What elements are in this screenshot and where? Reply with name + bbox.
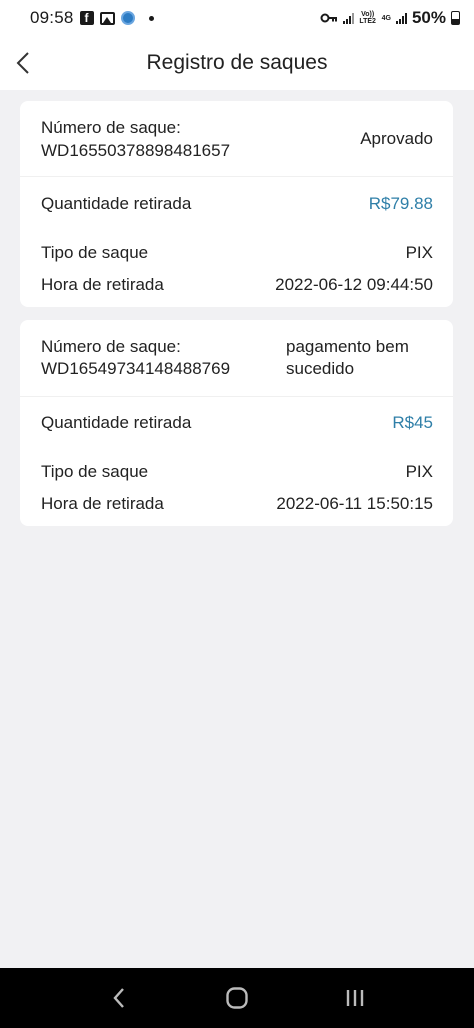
status-time: 09:58 [30,8,74,27]
system-nav-bar [0,968,474,1028]
amount-label: Quantidade retirada [41,194,192,213]
gallery-icon [99,11,115,25]
withdrawal-number: WD16550378898481657 [41,141,231,160]
browser-icon [120,11,135,25]
withdrawal-status: Aprovado [360,129,433,148]
type-value: PIX [405,243,433,262]
page-title: Registro de saques [146,51,328,74]
status-right: Vo)) LTE2 4G 50% [320,8,460,28]
nav-home-button[interactable] [217,978,257,1018]
withdrawal-number-label: Número de saque: [41,337,181,356]
home-circle-icon [226,987,248,1009]
back-button[interactable] [8,46,38,80]
status-bar: 09:58 f Vo)) LTE2 4G 50% [0,0,474,36]
network-label: 4G [381,14,391,22]
time-row: Hora de retirada 2022-06-11 15:50:15 [41,493,433,515]
recents-bars-icon [346,990,364,1006]
withdrawal-status-line1: pagamento bem [286,337,409,356]
signal-1-icon [342,12,354,24]
facebook-icon: f [79,11,94,25]
nav-back-button[interactable] [99,978,139,1018]
amount-label: Quantidade retirada [41,413,192,432]
nav-recents-button[interactable] [335,978,375,1018]
screen: 09:58 f Vo)) LTE2 4G 50% Registro de saq… [0,0,474,1028]
amount-value: R$79.88 [368,194,433,213]
withdrawal-card-header: Número de saque: WD16550378898481657 Apr… [20,101,453,177]
type-row: Tipo de saque PIX [41,461,433,483]
battery-percent: 50% [411,8,446,27]
time-label: Hora de retirada [41,275,164,294]
type-label: Tipo de saque [41,462,149,481]
amount-value: R$45 [392,413,433,432]
back-chevron-icon [113,988,124,1008]
time-value: 2022-06-12 09:44:50 [275,275,433,294]
time-label: Hora de retirada [41,494,164,513]
withdrawal-card[interactable]: Número de saque: WD16549734148488769 pag… [20,320,453,526]
volte-label: Vo)) LTE2 [359,11,376,25]
type-value: PIX [405,462,433,481]
more-notifications-icon [148,15,154,21]
withdrawal-number: WD16549734148488769 [41,359,231,378]
amount-row: Quantidade retirada R$45 [41,412,433,434]
withdrawal-card-header: Número de saque: WD16549734148488769 pag… [20,320,453,397]
withdrawal-card[interactable]: Número de saque: WD16550378898481657 Apr… [20,101,453,307]
withdrawal-status-line2: sucedido [286,359,355,378]
app-header: Registro de saques [0,36,474,90]
time-row: Hora de retirada 2022-06-12 09:44:50 [41,274,433,296]
battery-icon [451,11,460,25]
time-value: 2022-06-11 15:50:15 [276,494,433,513]
amount-row: Quantidade retirada R$79.88 [41,193,433,215]
type-row: Tipo de saque PIX [41,242,433,264]
signal-2-icon [395,12,407,24]
vpn-key-icon [320,12,338,24]
chevron-left-icon [16,52,29,74]
type-label: Tipo de saque [41,243,149,262]
withdrawal-number-label: Número de saque: [41,118,181,137]
status-left: 09:58 f [30,8,154,28]
